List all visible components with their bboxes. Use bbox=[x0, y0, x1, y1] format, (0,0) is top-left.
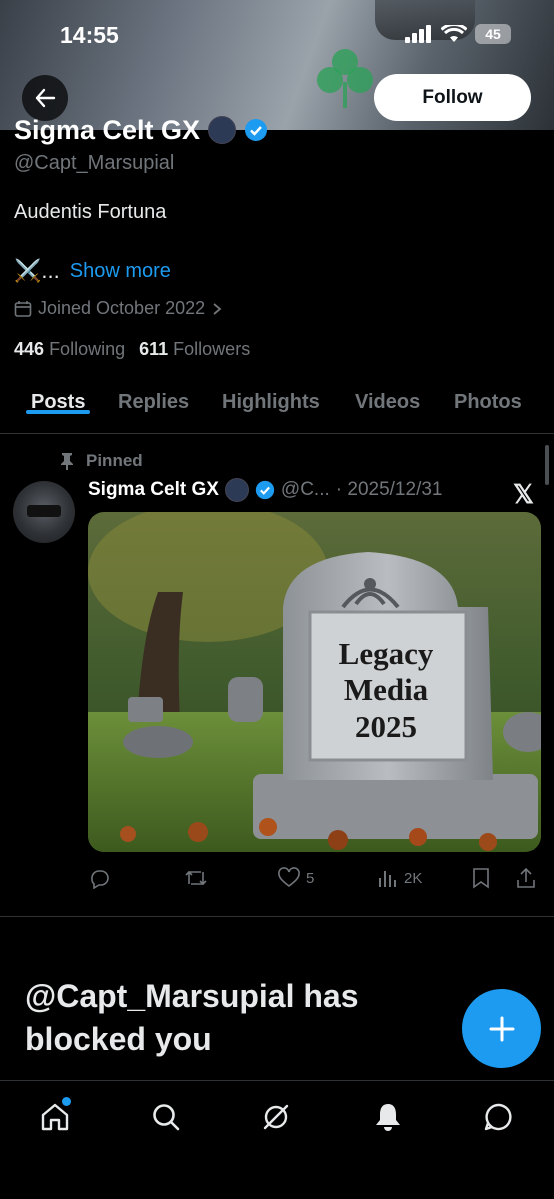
avatar-visor bbox=[27, 505, 61, 517]
blocked-message: @Capt_Marsupial has blocked you bbox=[25, 978, 359, 1057]
post-author-handle[interactable]: @C... bbox=[281, 479, 330, 501]
affiliate-badge[interactable] bbox=[208, 116, 237, 144]
nav-home[interactable] bbox=[33, 1095, 77, 1139]
follow-stats: 446 Following 611 Followers bbox=[14, 339, 250, 360]
profile-tabs: Posts Replies Highlights Videos Photos bbox=[0, 378, 554, 434]
heart-icon bbox=[278, 867, 300, 888]
verified-icon bbox=[255, 480, 275, 500]
reply-icon bbox=[91, 870, 109, 889]
nav-notifications[interactable] bbox=[366, 1095, 410, 1139]
views-count: 2K bbox=[404, 869, 423, 887]
like-count: 5 bbox=[306, 869, 315, 887]
joined-date[interactable]: Joined October 2022 bbox=[14, 298, 223, 319]
post-author-avatar[interactable] bbox=[13, 481, 75, 543]
grok-icon bbox=[263, 1104, 289, 1130]
post-image[interactable]: Legacy Media 2025 bbox=[88, 512, 541, 852]
bio-line: Audentis Fortuna bbox=[14, 201, 167, 223]
following-stat[interactable]: 446 Following bbox=[14, 339, 125, 360]
post-date: · 2025/12/31 bbox=[335, 479, 443, 500]
repost-icon bbox=[185, 870, 207, 886]
tab-highlights[interactable]: Highlights bbox=[222, 378, 320, 414]
follow-button[interactable]: Follow bbox=[374, 74, 531, 121]
nav-search[interactable] bbox=[144, 1095, 188, 1139]
divider bbox=[0, 916, 554, 917]
display-name: Sigma Celt GX bbox=[14, 114, 201, 145]
x-logo-icon: 𝕏 bbox=[513, 479, 534, 509]
profile-handle: @Capt_Marsupial bbox=[14, 152, 175, 174]
home-notification-dot bbox=[62, 1097, 71, 1106]
post-actions: 5 2K bbox=[88, 864, 541, 892]
views-icon bbox=[379, 871, 396, 887]
bio-emoji: ⚔️... bbox=[14, 258, 60, 283]
tombstone-image: Legacy Media 2025 bbox=[88, 512, 541, 852]
image-text-line-3: 2025 bbox=[355, 709, 417, 744]
post-header: Sigma Celt GX @C... · 2025/12/31 bbox=[88, 478, 442, 502]
arrow-left-icon bbox=[35, 88, 56, 108]
notifications-icon bbox=[376, 1104, 400, 1131]
signal-icon bbox=[405, 25, 431, 43]
pinned-label: Pinned bbox=[86, 451, 143, 470]
tab-replies[interactable]: Replies bbox=[118, 378, 189, 414]
bookmark-icon bbox=[473, 868, 489, 889]
pinned-label-row: Pinned bbox=[60, 451, 143, 471]
joined-label: Joined October 2022 bbox=[38, 298, 206, 318]
status-icons: 45 bbox=[405, 24, 511, 44]
nav-messages[interactable] bbox=[476, 1095, 520, 1139]
search-icon bbox=[153, 1104, 180, 1131]
tab-posts[interactable]: Posts bbox=[26, 378, 91, 414]
battery-indicator: 45 bbox=[475, 24, 511, 44]
compose-button[interactable] bbox=[462, 989, 541, 1068]
tab-videos[interactable]: Videos bbox=[355, 378, 420, 414]
followers-stat[interactable]: 611 Followers bbox=[139, 339, 250, 360]
verified-icon bbox=[245, 119, 268, 141]
show-more-link[interactable]: Show more bbox=[70, 260, 171, 283]
shamrock-graphic bbox=[317, 49, 373, 108]
chevron-right-icon bbox=[213, 302, 222, 315]
bottom-nav bbox=[0, 1080, 554, 1199]
share-button[interactable] bbox=[515, 867, 537, 889]
repost-button[interactable] bbox=[184, 867, 208, 889]
image-text-line-2: Media bbox=[344, 672, 429, 707]
pin-icon bbox=[61, 453, 73, 470]
wifi-icon bbox=[441, 25, 467, 42]
messages-icon bbox=[484, 1103, 512, 1131]
image-text-line-1: Legacy bbox=[339, 636, 434, 671]
bio-line-2: ⚔️... Show more bbox=[14, 258, 171, 284]
reply-button[interactable] bbox=[88, 867, 110, 889]
post-author-name[interactable]: Sigma Celt GX bbox=[88, 479, 219, 501]
share-icon bbox=[517, 867, 535, 888]
like-button[interactable]: 5 bbox=[278, 867, 314, 889]
profile-name-row: Sigma Celt GX bbox=[14, 112, 268, 148]
scrollbar[interactable] bbox=[545, 445, 549, 485]
plus-icon bbox=[489, 1016, 514, 1041]
calendar-icon bbox=[14, 300, 32, 317]
nav-grok[interactable] bbox=[254, 1095, 298, 1139]
status-time: 14:55 bbox=[60, 22, 119, 48]
views-button[interactable]: 2K bbox=[378, 868, 422, 888]
bookmark-button[interactable] bbox=[472, 867, 490, 889]
tab-photos[interactable]: Photos bbox=[454, 378, 522, 414]
active-tab-indicator bbox=[26, 410, 91, 414]
affiliate-badge[interactable] bbox=[224, 478, 249, 502]
